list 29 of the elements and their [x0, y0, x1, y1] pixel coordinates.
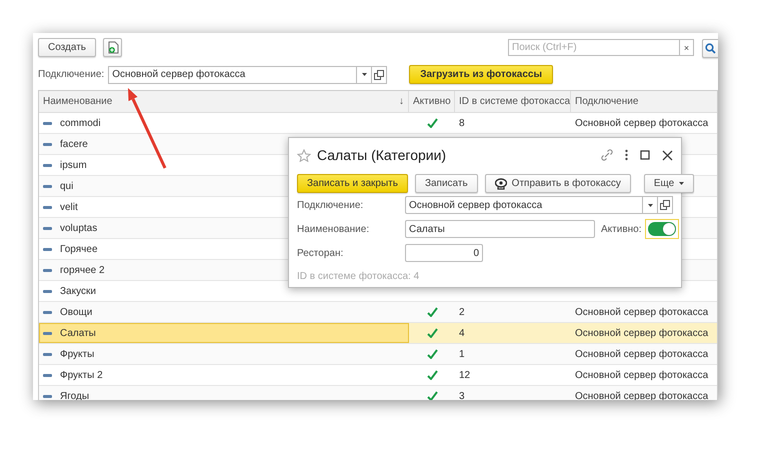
table-cell: Основной сервер фотокасса [575, 328, 708, 338]
table-cell: 3 [459, 390, 465, 400]
table-cell: Основной сервер фотокасса [575, 306, 708, 318]
field-label: Подключение: [38, 69, 104, 80]
table-cell: 1 [459, 348, 465, 360]
field-label: Наименование: [297, 224, 370, 234]
field-label: Ресторан: [297, 248, 344, 258]
table-cell: velit [60, 202, 78, 212]
table-cell: facere [60, 138, 88, 150]
table-cell: Фрукты [60, 348, 94, 360]
id-note: ID в системе фотокасса: 4 [297, 271, 420, 282]
table-cell: Фрукты 2 [60, 370, 103, 380]
table-cell: Основной сервер фотокасса [575, 118, 708, 128]
field-label: Активно: [601, 224, 642, 234]
table-cell: Закуски [60, 286, 96, 296]
table-cell: горячее 2 [60, 264, 105, 276]
table-cell: qui [60, 180, 74, 192]
table-cell: Овощи [60, 306, 92, 318]
table-cell: Основной сервер фотокасса [575, 370, 708, 380]
table-cell: Основной сервер фотокасса [575, 348, 708, 360]
table-cell: 8 [459, 118, 465, 128]
table-cell: 4 [459, 328, 465, 338]
table-cell: 12 [459, 370, 470, 380]
table-cell: Горячее [60, 244, 98, 254]
table-cell: ipsum [60, 160, 87, 170]
table-cell: 2 [459, 306, 465, 318]
field-label: Подключение: [297, 200, 364, 210]
table-cell: commodi [60, 118, 101, 128]
table-cell: voluptas [60, 222, 98, 234]
